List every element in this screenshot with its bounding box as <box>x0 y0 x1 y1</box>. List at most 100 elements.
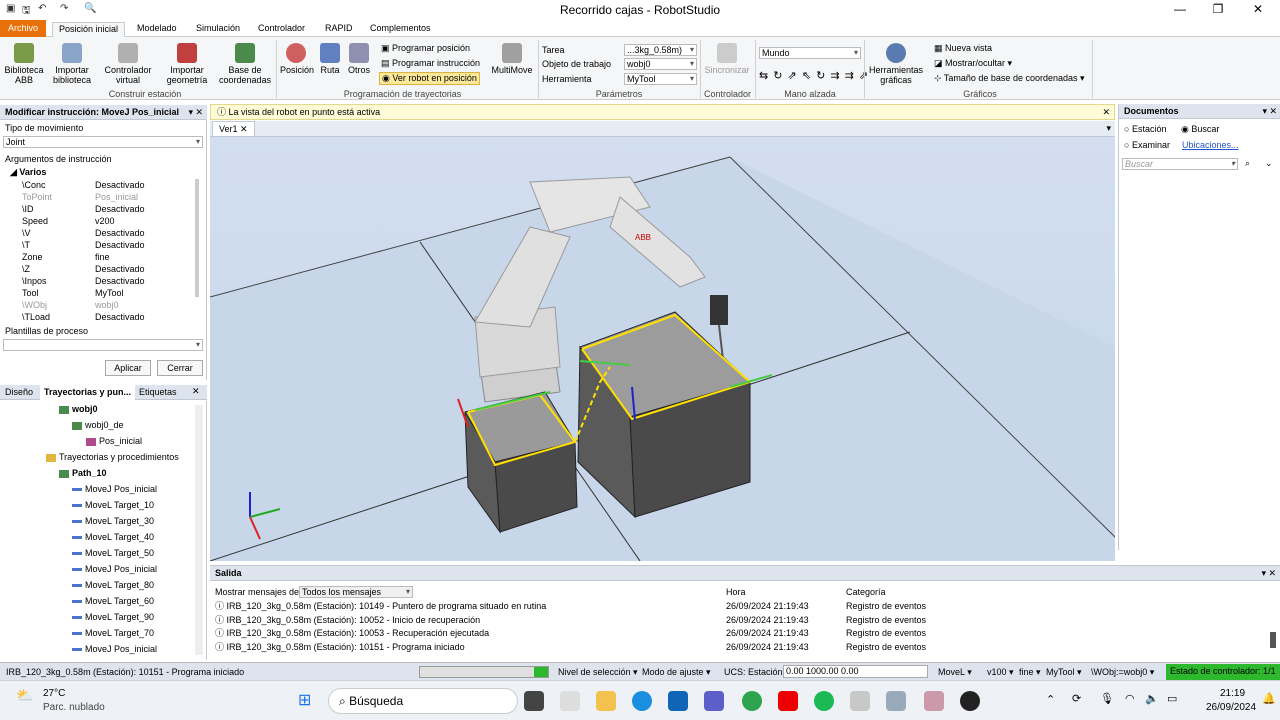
close-icon[interactable]: ▾ ✕ <box>188 105 203 120</box>
tab-archivo[interactable]: Archivo <box>0 20 46 37</box>
tab-controlador[interactable]: Controlador <box>258 22 305 37</box>
close-tree-icon[interactable]: ✕ <box>192 386 200 397</box>
youtube-icon[interactable] <box>778 691 798 711</box>
clock-date[interactable]: 26/09/2024 <box>1206 702 1256 713</box>
estado-controlador[interactable]: Estado de controlador: 1/1 <box>1166 664 1280 680</box>
property-row[interactable]: \Z Desactivado <box>0 263 195 275</box>
wifi-icon[interactable]: ◠ <box>1125 692 1135 705</box>
ubicaciones-link[interactable]: Ubicaciones... <box>1182 140 1239 150</box>
property-row[interactable]: \WObj wobj0 <box>0 299 195 311</box>
output-message[interactable]: ⓘ IRB_120_3kg_0.58m (Estación): 10052 - … <box>215 614 480 627</box>
property-row[interactable]: \ID Desactivado <box>0 203 195 215</box>
examinar-radio[interactable]: ○ Examinar <box>1124 140 1170 150</box>
buscar-radio[interactable]: ◉ Buscar <box>1181 124 1219 135</box>
documents-search-input[interactable]: Buscar <box>1122 158 1238 170</box>
tarea-select[interactable]: ...3kg_0.58m) <box>624 44 697 56</box>
tree-item[interactable]: Trayectorias y procedimientos <box>46 449 179 465</box>
tree-item[interactable]: MoveL Target_70 <box>72 625 154 641</box>
tree-item[interactable]: MoveL Target_50 <box>72 545 154 561</box>
tree-item[interactable]: Path_10 <box>59 465 107 481</box>
tree-item[interactable]: MoveL Target_10 <box>72 497 154 513</box>
tree-item[interactable]: MoveL Target_30 <box>72 513 154 529</box>
ruta-button[interactable]: Ruta <box>316 43 344 75</box>
herramienta-select[interactable]: MyTool <box>624 73 697 85</box>
nivel-seleccion[interactable]: Nivel de selección ▾ <box>558 667 638 678</box>
programar-posicion-button[interactable]: ▣ Programar posición <box>381 43 470 54</box>
speed-select[interactable]: v100 ▾ <box>987 667 1014 678</box>
tab-simulacion[interactable]: Simulación <box>196 22 240 37</box>
aplicar-button[interactable]: Aplicar <box>105 360 151 376</box>
tree-item[interactable]: MoveJ Pos_inicial <box>72 481 157 497</box>
property-value[interactable]: Desactivado <box>95 275 145 287</box>
modo-ajuste[interactable]: Modo de ajuste ▾ <box>642 667 711 678</box>
biblioteca-abb-button[interactable]: Biblioteca ABB <box>2 43 46 85</box>
media-player-icon[interactable] <box>960 691 980 711</box>
tree-item[interactable]: MoveL Target_90 <box>72 609 154 625</box>
tree-item[interactable]: Pos_inicial <box>86 433 142 449</box>
property-value[interactable]: v200 <box>95 215 115 227</box>
herramientas-graficas-button[interactable]: Herramientas gráficas <box>866 43 926 85</box>
property-row[interactable]: ToPoint Pos_inicial <box>0 191 195 203</box>
tab-etiquetas[interactable]: Etiquetas <box>139 387 177 397</box>
sincronizar-button[interactable]: Sincronizar <box>702 43 752 75</box>
property-value[interactable]: Desactivado <box>95 227 145 239</box>
tree-item[interactable]: MoveL Target_60 <box>72 593 154 609</box>
output-message[interactable]: ⓘ IRB_120_3kg_0.58m (Estación): 10151 - … <box>215 641 465 654</box>
plantillas-select[interactable] <box>3 339 203 351</box>
tray-chevron-icon[interactable]: ⌃ <box>1046 693 1055 706</box>
close-documents-icon[interactable]: ▾ ✕ <box>1262 104 1277 119</box>
battery-icon[interactable]: ▭ <box>1167 692 1177 705</box>
property-row[interactable]: \TLoad Desactivado <box>0 311 195 323</box>
movel-select[interactable]: MoveL ▾ <box>938 667 972 678</box>
teams-icon[interactable] <box>704 691 724 711</box>
tab-diseno[interactable]: Diseño <box>5 387 33 397</box>
tab-ver1[interactable]: Ver1 ✕ <box>212 121 255 137</box>
objeto-select[interactable]: wobj0 <box>624 58 697 70</box>
importar-biblioteca-button[interactable]: Importar biblioteca <box>50 43 94 85</box>
tab-complementos[interactable]: Complementos <box>370 22 431 37</box>
otros-button[interactable]: Otros <box>345 43 373 75</box>
output-message[interactable]: ⓘ IRB_120_3kg_0.58m (Estación): 10149 - … <box>215 600 546 613</box>
property-row[interactable]: \V Desactivado <box>0 227 195 239</box>
tab-rapid[interactable]: RAPID <box>325 22 353 37</box>
base-coordenadas-button[interactable]: Base de coordenadas <box>218 43 272 85</box>
3d-viewport[interactable]: ABB <box>209 137 1116 562</box>
volume-icon[interactable]: 🔈 <box>1145 692 1159 705</box>
view-menu-icon[interactable]: ▾ <box>1106 123 1111 134</box>
tree-item[interactable]: MoveL Target_40 <box>72 529 154 545</box>
search-icon[interactable]: ⌕ <box>1245 158 1250 169</box>
property-row[interactable]: Speed v200 <box>0 215 195 227</box>
wobj-select[interactable]: \WObj:=wobj0 ▾ <box>1091 667 1154 678</box>
property-value[interactable]: Desactivado <box>95 203 145 215</box>
property-row[interactable]: \Conc Desactivado <box>0 179 195 191</box>
property-value[interactable]: wobj0 <box>95 299 119 311</box>
tipo-select[interactable]: Joint <box>3 136 203 148</box>
chevron-down-icon[interactable]: ⌄ <box>1265 158 1273 169</box>
property-value[interactable]: Desactivado <box>95 311 145 323</box>
chrome-icon[interactable] <box>742 691 762 711</box>
taskbar-search[interactable]: ⌕ Búsqueda <box>328 688 518 714</box>
restore-icon[interactable]: ❐ <box>1208 2 1228 16</box>
freehand-tools[interactable]: ⇆ ↻ ⇗ ⇖ ↻ ⇉ ⇉ ⇗ <box>759 69 869 82</box>
tab-posicion-inicial[interactable]: Posición inicial <box>52 22 126 37</box>
output-scrollbar[interactable] <box>1270 632 1276 648</box>
property-value[interactable]: Pos_inicial <box>95 191 138 203</box>
notifications-icon[interactable]: 🔔 <box>1262 692 1276 705</box>
tree-item[interactable]: MoveJ Pos_inicial <box>72 561 157 577</box>
spotify-icon[interactable] <box>814 691 834 711</box>
props-scrollbar[interactable] <box>195 179 199 297</box>
multimove-button[interactable]: MultiMove <box>488 43 536 75</box>
tab-trayectorias[interactable]: Trayectorias y pun... <box>40 385 136 400</box>
property-value[interactable]: fine <box>95 251 110 263</box>
windows-start-icon[interactable]: ⊞ <box>298 690 311 710</box>
edge-icon[interactable] <box>632 691 652 711</box>
robotstudio-icon[interactable] <box>850 691 870 711</box>
tool-select[interactable]: MyTool ▾ <box>1046 667 1082 678</box>
file-explorer-icon[interactable] <box>596 691 616 711</box>
property-value[interactable]: MyTool <box>95 287 124 299</box>
output-message[interactable]: ⓘ IRB_120_3kg_0.58m (Estación): 10053 - … <box>215 627 489 640</box>
varios-group[interactable]: ◢ Varios <box>10 167 46 178</box>
calendar-icon[interactable] <box>560 691 580 711</box>
close-output-icon[interactable]: ▾ ✕ <box>1261 566 1276 581</box>
weather-icon[interactable]: ⛅ <box>16 687 33 704</box>
